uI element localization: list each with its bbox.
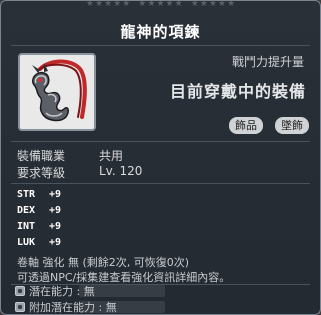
- stat-name: INT: [17, 221, 36, 232]
- star-icon: ★: [85, 0, 94, 9]
- star-icon: ★: [147, 0, 156, 9]
- level-requirement-label: 要求等級: [17, 166, 66, 180]
- star-icon: ★: [104, 0, 113, 9]
- job-requirement-label: 裝備職業: [17, 149, 66, 163]
- stat-name: STR: [17, 189, 36, 200]
- divider: [11, 183, 310, 184]
- stat-value: +9: [49, 221, 62, 232]
- star-icon: ★: [208, 0, 217, 9]
- star-icon: ★: [138, 0, 147, 9]
- item-name: 龍神的項鍊: [120, 23, 201, 41]
- star-icon: ★: [113, 0, 122, 9]
- star-icon: ★: [122, 0, 131, 9]
- star-icon: ★: [156, 0, 165, 9]
- stat-value: +9: [49, 237, 62, 248]
- star-icon: ★: [190, 0, 199, 9]
- equipped-status: 目前穿戴中的裝備: [169, 82, 306, 101]
- divider: [11, 45, 310, 46]
- stat-row-dex: DEX +9: [17, 205, 61, 216]
- star-icon: ★: [227, 0, 236, 9]
- dragon-pendant-icon: [32, 59, 87, 122]
- job-requirement-value: 共用: [99, 149, 124, 163]
- additional-potential-label: 附加潛在能力 : 無: [29, 301, 117, 314]
- star-icon: ★: [199, 0, 208, 9]
- star-icon: ★: [165, 0, 174, 9]
- potential-row: 潛在能力 : 無: [15, 283, 95, 299]
- stat-name: DEX: [17, 205, 36, 216]
- item-tooltip: ★ ★ ★ ★ ★ ★ ★ ★ ★ ★ ★ ★ ★ ★ ★ 龍神的項鍊 戰鬥力提升量 目前穿戴中的裝備: [0, 0, 321, 315]
- stat-value: +9: [49, 189, 62, 200]
- category-tag-pendant: 墜飾: [275, 117, 309, 134]
- stat-row-str: STR +9: [17, 189, 61, 200]
- category-tag-accessory: 飾品: [229, 117, 263, 134]
- star-icon: ★: [94, 0, 104, 9]
- power-increase-label: 戰鬥力提升量: [231, 55, 304, 69]
- star-icon: ★: [174, 0, 183, 9]
- potential-icon: [15, 286, 25, 296]
- level-requirement-value: Lv. 120: [99, 164, 143, 178]
- stat-row-luk: LUK +9: [17, 237, 61, 248]
- star-force-row: ★ ★ ★ ★ ★ ★ ★ ★ ★ ★ ★ ★ ★ ★ ★: [1, 0, 320, 10]
- star-icon: ★: [217, 0, 226, 9]
- potential-label: 潛在能力 : 無: [29, 285, 95, 298]
- divider: [11, 141, 310, 142]
- additional-potential-icon: [15, 302, 25, 312]
- additional-potential-row: 附加潛在能力 : 無: [15, 299, 117, 314]
- stat-value: +9: [49, 205, 62, 216]
- stat-name: LUK: [17, 237, 36, 248]
- star-group-1: ★ ★ ★ ★ ★: [85, 0, 131, 10]
- item-icon-frame: [18, 53, 96, 131]
- star-group-3: ★ ★ ★ ★ ★: [190, 0, 236, 10]
- star-group-2: ★ ★ ★ ★ ★: [138, 0, 183, 10]
- scroll-enhance-note: 卷軸 強化 無 (剩餘2次, 可恢復0次): [17, 256, 190, 269]
- stat-row-int: INT +9: [17, 221, 61, 232]
